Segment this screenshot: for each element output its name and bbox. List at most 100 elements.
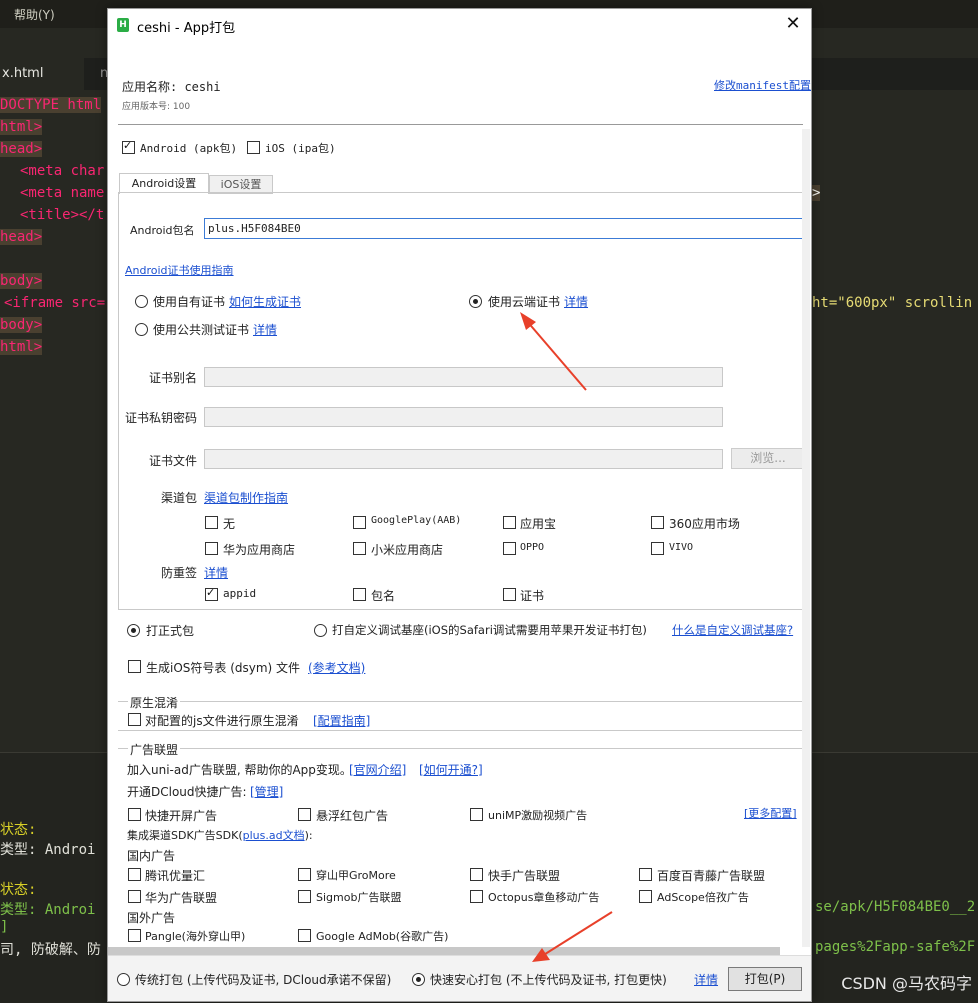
hbuilder-app-icon: H [117,18,129,32]
ad-quick-label: 快捷开屏广告 [145,809,218,823]
ad-domestic-checkbox[interactable] [128,890,141,903]
dialog-titlebar[interactable]: H ceshi - App打包 ✕ [108,9,811,41]
pack-button[interactable]: 打包(P) [728,967,802,991]
channel-option-label: 应用宝 [520,517,557,531]
menu-help[interactable]: 帮助(Y) [14,6,55,23]
ad-domestic-checkbox[interactable] [470,868,483,881]
cert-key-input[interactable] [204,407,723,427]
build-release-label: 打正式包 [146,624,195,638]
code-line: <meta char [20,163,105,179]
ad-foreign-label: Pangle(海外穿山甲) [145,930,246,943]
ad-domestic-checkbox[interactable] [470,890,483,903]
ad-quick-checkbox[interactable] [128,808,141,821]
ios-dsym-checkbox[interactable] [128,660,141,673]
code-line: DOCTYPE html [0,97,102,113]
anti-tamper-checkbox[interactable] [353,588,366,601]
ad-manage-link[interactable]: [管理] [250,783,283,800]
ad-foreign-checkbox[interactable] [298,929,311,942]
browse-button[interactable]: 浏览... [731,448,805,469]
anti-tamper-checkbox[interactable] [205,586,218,601]
vertical-scrollbar[interactable] [802,129,810,947]
cert-own-link[interactable]: 如何生成证书 [229,293,301,310]
pack-fast-radio[interactable] [412,973,425,986]
native-obf-link[interactable]: [配置指南] [313,712,370,729]
ad-domestic-title: 国内广告 [127,849,176,863]
anti-tamper-label: 防重签 [161,566,198,580]
cert-alias-input[interactable] [204,367,723,387]
console-line: 类型: Androi [0,842,96,858]
ad-domestic-checkbox[interactable] [298,890,311,903]
cert-guide-link[interactable]: Android证书使用指南 [125,262,234,278]
custom-base-link[interactable]: 什么是自定义调试基座? [672,622,793,638]
build-custom-radio[interactable] [314,624,327,637]
ad-howto-link[interactable]: [如何开通?] [419,761,483,778]
pack-traditional-radio[interactable] [117,973,130,986]
channel-checkbox[interactable] [205,542,218,555]
close-icon[interactable]: ✕ [783,13,803,35]
channel-option-label: VIVO [669,542,694,553]
cert-public-label: 使用公共测试证书 [153,323,250,337]
native-obf-checkbox[interactable] [128,713,141,726]
cert-cloud-radio[interactable] [469,295,482,308]
code-line: head> [0,141,43,157]
dialog-title: ceshi - App打包 [137,21,236,36]
ios-checkbox[interactable] [247,141,260,154]
ad-dcloud-text: 开通DCloud快捷广告: [127,785,247,799]
ad-domestic-checkbox[interactable] [298,868,311,881]
cert-public-link[interactable]: 详情 [253,321,277,338]
channel-checkbox[interactable] [503,542,516,555]
code-line-right: > [812,185,821,201]
channel-checkbox[interactable] [353,516,366,529]
console-line: 类型: Androi [0,902,96,918]
anti-tamper-checkbox[interactable] [503,588,516,601]
ad-domestic-label: AdScope倍孜广告 [657,891,749,904]
cert-own-radio[interactable] [135,295,148,308]
channel-option-label: 华为应用商店 [223,543,296,557]
android-checkbox[interactable] [122,139,135,154]
cert-public-radio[interactable] [135,323,148,336]
code-line: html> [0,339,43,355]
code-line: <meta name [20,185,105,201]
anti-tamper-link[interactable]: 详情 [204,564,228,581]
ad-intro-link[interactable]: [官网介绍] [349,761,406,778]
ios-dsym-link[interactable]: (参考文档) [308,659,365,676]
channel-checkbox[interactable] [651,516,664,529]
ad-foreign-checkbox[interactable] [128,929,141,942]
ad-sdk-link[interactable]: plus.ad文档 [243,829,305,842]
ad-domestic-checkbox[interactable] [639,890,652,903]
console-line: 状态: [0,882,37,898]
horizontal-scrollbar[interactable] [108,947,780,955]
channel-guide-link[interactable]: 渠道包制作指南 [204,489,288,506]
build-release-radio[interactable] [127,624,140,637]
ad-quick-label: 悬浮红包广告 [316,809,389,823]
ad-quick-checkbox[interactable] [298,808,311,821]
editor-tab-file[interactable]: x.html [0,58,84,90]
ios-label: iOS (ipa包) [265,142,336,155]
anti-tamper-option-label: 证书 [520,589,545,603]
ad-domestic-checkbox[interactable] [639,868,652,881]
pack-traditional-label: 传统打包 (上传代码及证书, DCloud承诺不保留) [135,973,392,987]
cert-key-label: 证书私钥密码 [125,411,198,425]
channel-checkbox[interactable] [205,516,218,529]
cert-file-label: 证书文件 [149,454,198,468]
ad-more-link[interactable]: [更多配置] [744,805,797,821]
channel-checkbox[interactable] [651,542,664,555]
android-label: Android (apk包) [140,142,238,155]
code-line: <title></t [20,207,105,223]
code-line: <iframe src= [4,295,106,311]
console-line: 状态: [0,822,37,838]
cert-file-input[interactable] [204,449,723,469]
ad-foreign-title: 国外广告 [127,911,176,925]
modify-manifest-link[interactable]: 修改manifest配置 [714,77,811,93]
ad-quick-checkbox[interactable] [470,808,483,821]
cert-cloud-link[interactable]: 详情 [564,293,588,310]
native-obf-title: 原生混淆 [128,694,181,711]
ad-domestic-checkbox[interactable] [128,868,141,881]
ad-domestic-label: 百度百青藤广告联盟 [657,869,766,883]
console-line-right: se/apk/H5F084BE0__2 [815,899,976,915]
package-name-input[interactable]: plus.H5F084BE0 [204,218,809,239]
tab-android[interactable]: Android设置 [119,173,209,194]
channel-checkbox[interactable] [353,542,366,555]
channel-checkbox[interactable] [503,516,516,529]
pack-fast-link[interactable]: 详情 [694,971,718,988]
